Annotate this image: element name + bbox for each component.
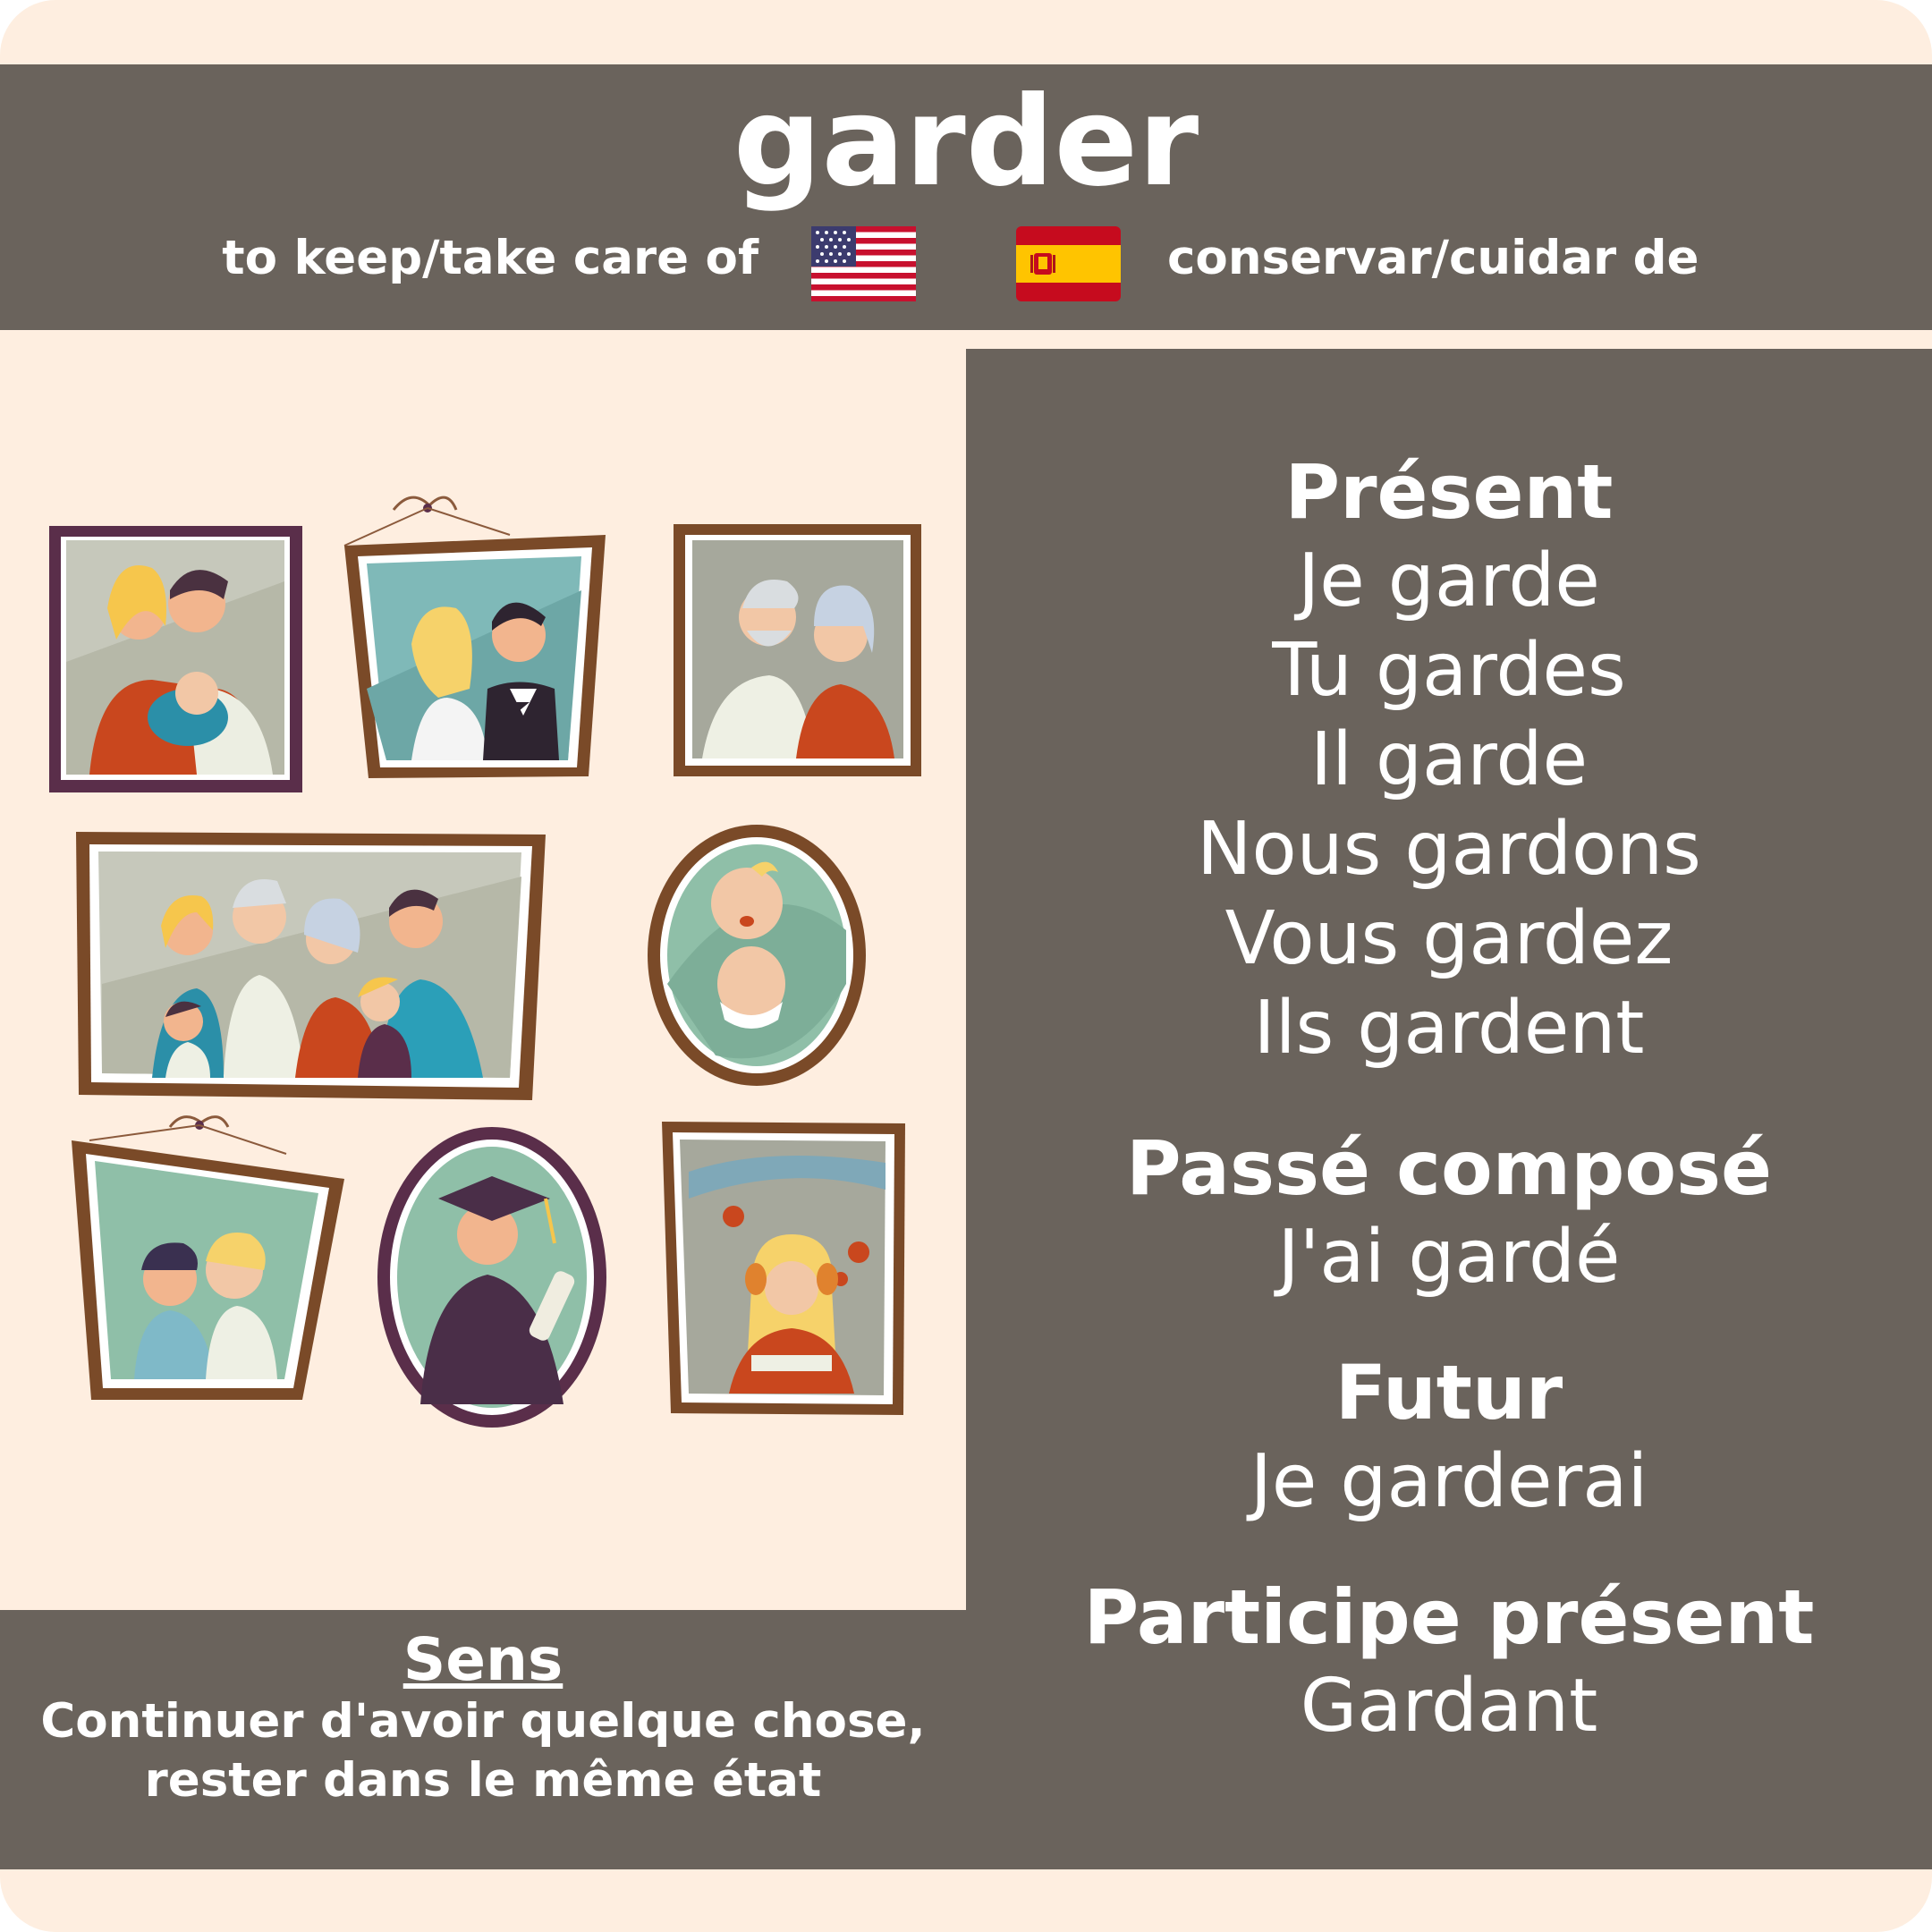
verb-card: garder to keep/take care of conservar/cu…: [0, 0, 1932, 1932]
meaning-line-2: rester dans le même état: [144, 1753, 822, 1808]
frame-graduate-oval: [377, 1127, 606, 1428]
passe-compose-form: J'ai gardé: [1277, 1215, 1621, 1300]
frame-big-family: [76, 832, 546, 1100]
meaning-line-1: Continuer d'avoir quelque chose,: [40, 1694, 926, 1749]
spain-flag-icon: [1016, 226, 1121, 301]
frame-couple-baby: [49, 526, 302, 792]
frame-wedding: [343, 496, 606, 778]
frame-kids: [72, 1115, 344, 1400]
participe-present-form: Gardant: [1300, 1664, 1598, 1749]
present-title: Présent: [1284, 448, 1614, 536]
meaning-title: Sens: [402, 1625, 564, 1694]
present-form-ils: Ils gardent: [1253, 986, 1645, 1071]
present-form-je: Je garde: [1298, 538, 1600, 623]
us-flag-icon: [811, 226, 916, 301]
present-form-nous: Nous gardons: [1197, 807, 1701, 892]
futur-title: Futur: [1335, 1349, 1563, 1436]
english-translation: to keep/take care of: [222, 231, 758, 285]
present-form-tu: Tu gardes: [1272, 628, 1626, 713]
spanish-translation: conservar/cuidar de: [1167, 231, 1699, 285]
frame-grandparents: [674, 524, 921, 776]
frame-baby-oval: [648, 825, 866, 1086]
participe-present-title: Participe présent: [1083, 1573, 1815, 1661]
family-photo-frames-illustration: [49, 496, 921, 1428]
verb-title: garder: [733, 70, 1199, 214]
present-form-vous: Vous gardez: [1224, 896, 1674, 981]
passe-compose-title: Passé composé: [1125, 1124, 1773, 1212]
frame-winter-girl: [662, 1122, 905, 1415]
futur-form: Je garderai: [1250, 1439, 1648, 1524]
meaning-text: Continuer d'avoir quelque chose, rester …: [0, 1692, 966, 1810]
present-form-il: Il garde: [1309, 717, 1589, 802]
